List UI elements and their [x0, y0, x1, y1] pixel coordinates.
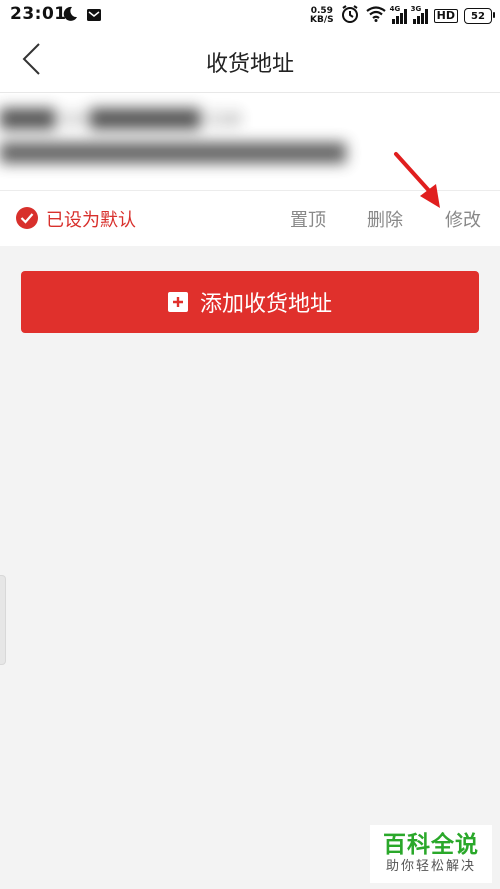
nav-bar: 收货地址 [0, 30, 500, 93]
red-arrow-annotation-icon [394, 152, 440, 208]
status-right-icons: 0.59 KB/S 4G 3G HD 52 [310, 4, 495, 28]
address-contact-line: ████ 13 ████████ 110 [0, 109, 241, 130]
moon-icon [62, 6, 78, 26]
edge-floating-handle[interactable] [0, 575, 6, 665]
address-detail-line: █████████████████████████ [0, 143, 347, 164]
add-address-button[interactable]: 添加收货地址 [21, 271, 479, 333]
page-title: 收货地址 [205, 52, 294, 77]
watermark-logo: 百科全说 助你轻松解决 [370, 825, 492, 883]
status-left-icons [62, 6, 102, 26]
add-address-label: 添加收货地址 [199, 292, 332, 317]
battery-icon: 52 [464, 8, 495, 24]
default-label[interactable]: 已设为默认 [46, 206, 136, 232]
watermark-title: 百科全说 [383, 832, 479, 858]
edit-button[interactable]: 修改 [445, 206, 481, 232]
signal-4g-icon: 4G [390, 5, 407, 24]
status-bar: 23:01 0.59 KB/S 4G 3G HD 52 [0, 0, 500, 30]
status-time: 23:01 [10, 4, 67, 24]
watermark-subtitle: 助你轻松解决 [385, 859, 476, 874]
message-icon [86, 7, 102, 26]
signal-3g-icon: 3G [411, 5, 428, 24]
plus-icon [167, 292, 188, 312]
pin-button[interactable]: 置顶 [290, 206, 326, 232]
alarm-icon [340, 4, 360, 28]
default-check-icon[interactable] [16, 207, 38, 229]
network-speed: 0.59 KB/S [310, 6, 334, 25]
hd-icon: HD [433, 9, 458, 23]
wifi-icon [365, 6, 386, 26]
